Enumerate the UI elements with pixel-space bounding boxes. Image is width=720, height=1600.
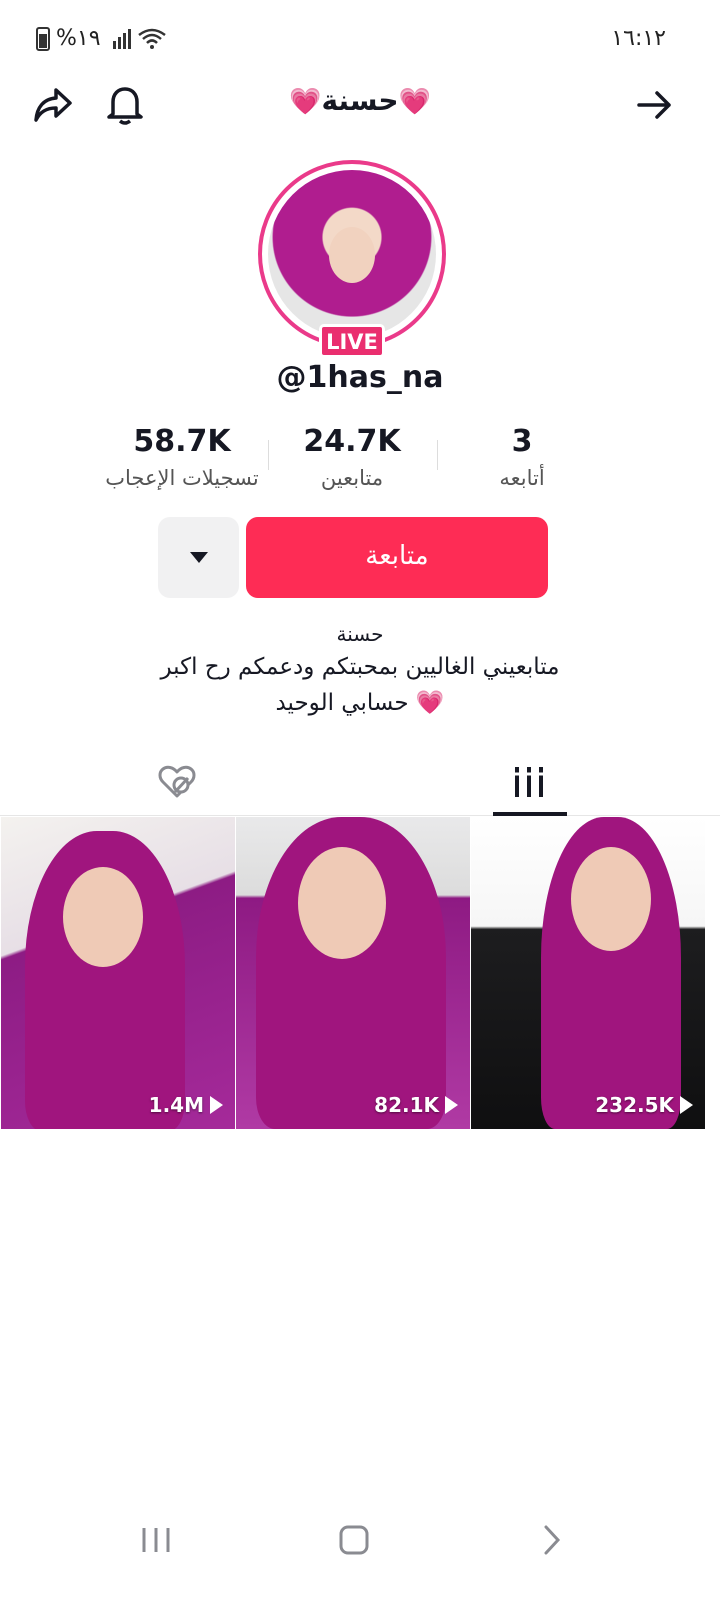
stat-following[interactable]: 3 أتابعه	[432, 422, 612, 490]
battery-percent: %١٩	[56, 26, 101, 51]
live-badge[interactable]: LIVE	[319, 324, 385, 358]
follow-button[interactable]: متابعة	[246, 517, 548, 598]
thumbnail-face	[571, 847, 651, 951]
recent-apps-button[interactable]	[126, 1510, 186, 1570]
arrow-right-icon[interactable]	[630, 80, 680, 130]
video-thumbnail[interactable]: 1.4M	[1, 817, 235, 1129]
tab-videos[interactable]	[484, 748, 574, 816]
profile-tabs	[0, 748, 720, 816]
stat-likes: 58.7K تسجيلات الإعجاب	[92, 422, 272, 490]
system-navigation-bar	[0, 1480, 720, 1600]
view-count: 1.4M	[149, 1093, 223, 1117]
home-icon	[339, 1525, 369, 1555]
likes-count: 58.7K	[133, 424, 231, 459]
suggested-accounts-button[interactable]	[158, 517, 239, 598]
view-count: 232.5K	[595, 1093, 693, 1117]
avatar-face	[329, 227, 375, 284]
heart-icon: 💗	[289, 87, 322, 117]
signal-icon	[112, 28, 131, 49]
avatar[interactable]	[258, 160, 446, 348]
bio-name: حسنة	[336, 622, 384, 646]
likes-label: تسجيلات الإعجاب	[105, 466, 259, 490]
tab-liked[interactable]	[132, 748, 222, 816]
avatar-image	[268, 170, 436, 338]
home-button[interactable]	[324, 1510, 384, 1570]
followers-label: متابعين	[320, 466, 384, 490]
video-thumbnail[interactable]: 232.5K	[471, 817, 705, 1129]
username: @1has_na	[276, 360, 444, 395]
caret-down-icon	[189, 552, 208, 563]
view-count-text: 82.1K	[374, 1093, 439, 1117]
status-icons: %١٩	[36, 26, 167, 51]
video-thumbnail[interactable]: 82.1K	[236, 817, 470, 1129]
followers-count: 24.7K	[303, 424, 401, 459]
bio-text: حسابي الوحيد 💗	[275, 690, 445, 716]
chevron-right-icon	[544, 1525, 561, 1555]
battery-icon	[36, 26, 50, 51]
recents-icon	[142, 1528, 170, 1552]
thumbnail-face	[63, 867, 143, 967]
bio-text: متابعيني الغاليين بمحبتكم ودعمكم رح اكبر	[160, 654, 560, 680]
thumbnail-face	[298, 847, 386, 959]
wifi-icon	[137, 28, 166, 49]
system-back-button[interactable]	[522, 1510, 582, 1570]
stat-followers[interactable]: 24.7K متابعين	[262, 422, 442, 490]
following-count: 3	[511, 424, 533, 459]
hidden-like-icon	[158, 765, 196, 798]
tab-active-indicator	[493, 812, 567, 816]
video-grid: 1.4M 82.1K 232.5K	[0, 817, 720, 1129]
heart-icon: 💗	[398, 87, 431, 117]
following-label: أتابعه	[499, 466, 545, 490]
top-nav: 💗حسنة💗	[0, 80, 720, 130]
grid-icon	[512, 767, 546, 797]
clock: ١٦:١٢	[611, 26, 666, 51]
play-icon	[680, 1096, 693, 1114]
play-icon	[210, 1096, 223, 1114]
profile-title-text: حسنة	[321, 84, 399, 117]
view-count-text: 1.4M	[148, 1093, 204, 1117]
play-icon	[445, 1096, 458, 1114]
view-count-text: 232.5K	[595, 1093, 674, 1117]
status-bar: %١٩ ١٦:١٢	[0, 0, 720, 80]
page-title: 💗حسنة💗	[0, 84, 720, 117]
view-count: 82.1K	[374, 1093, 458, 1117]
